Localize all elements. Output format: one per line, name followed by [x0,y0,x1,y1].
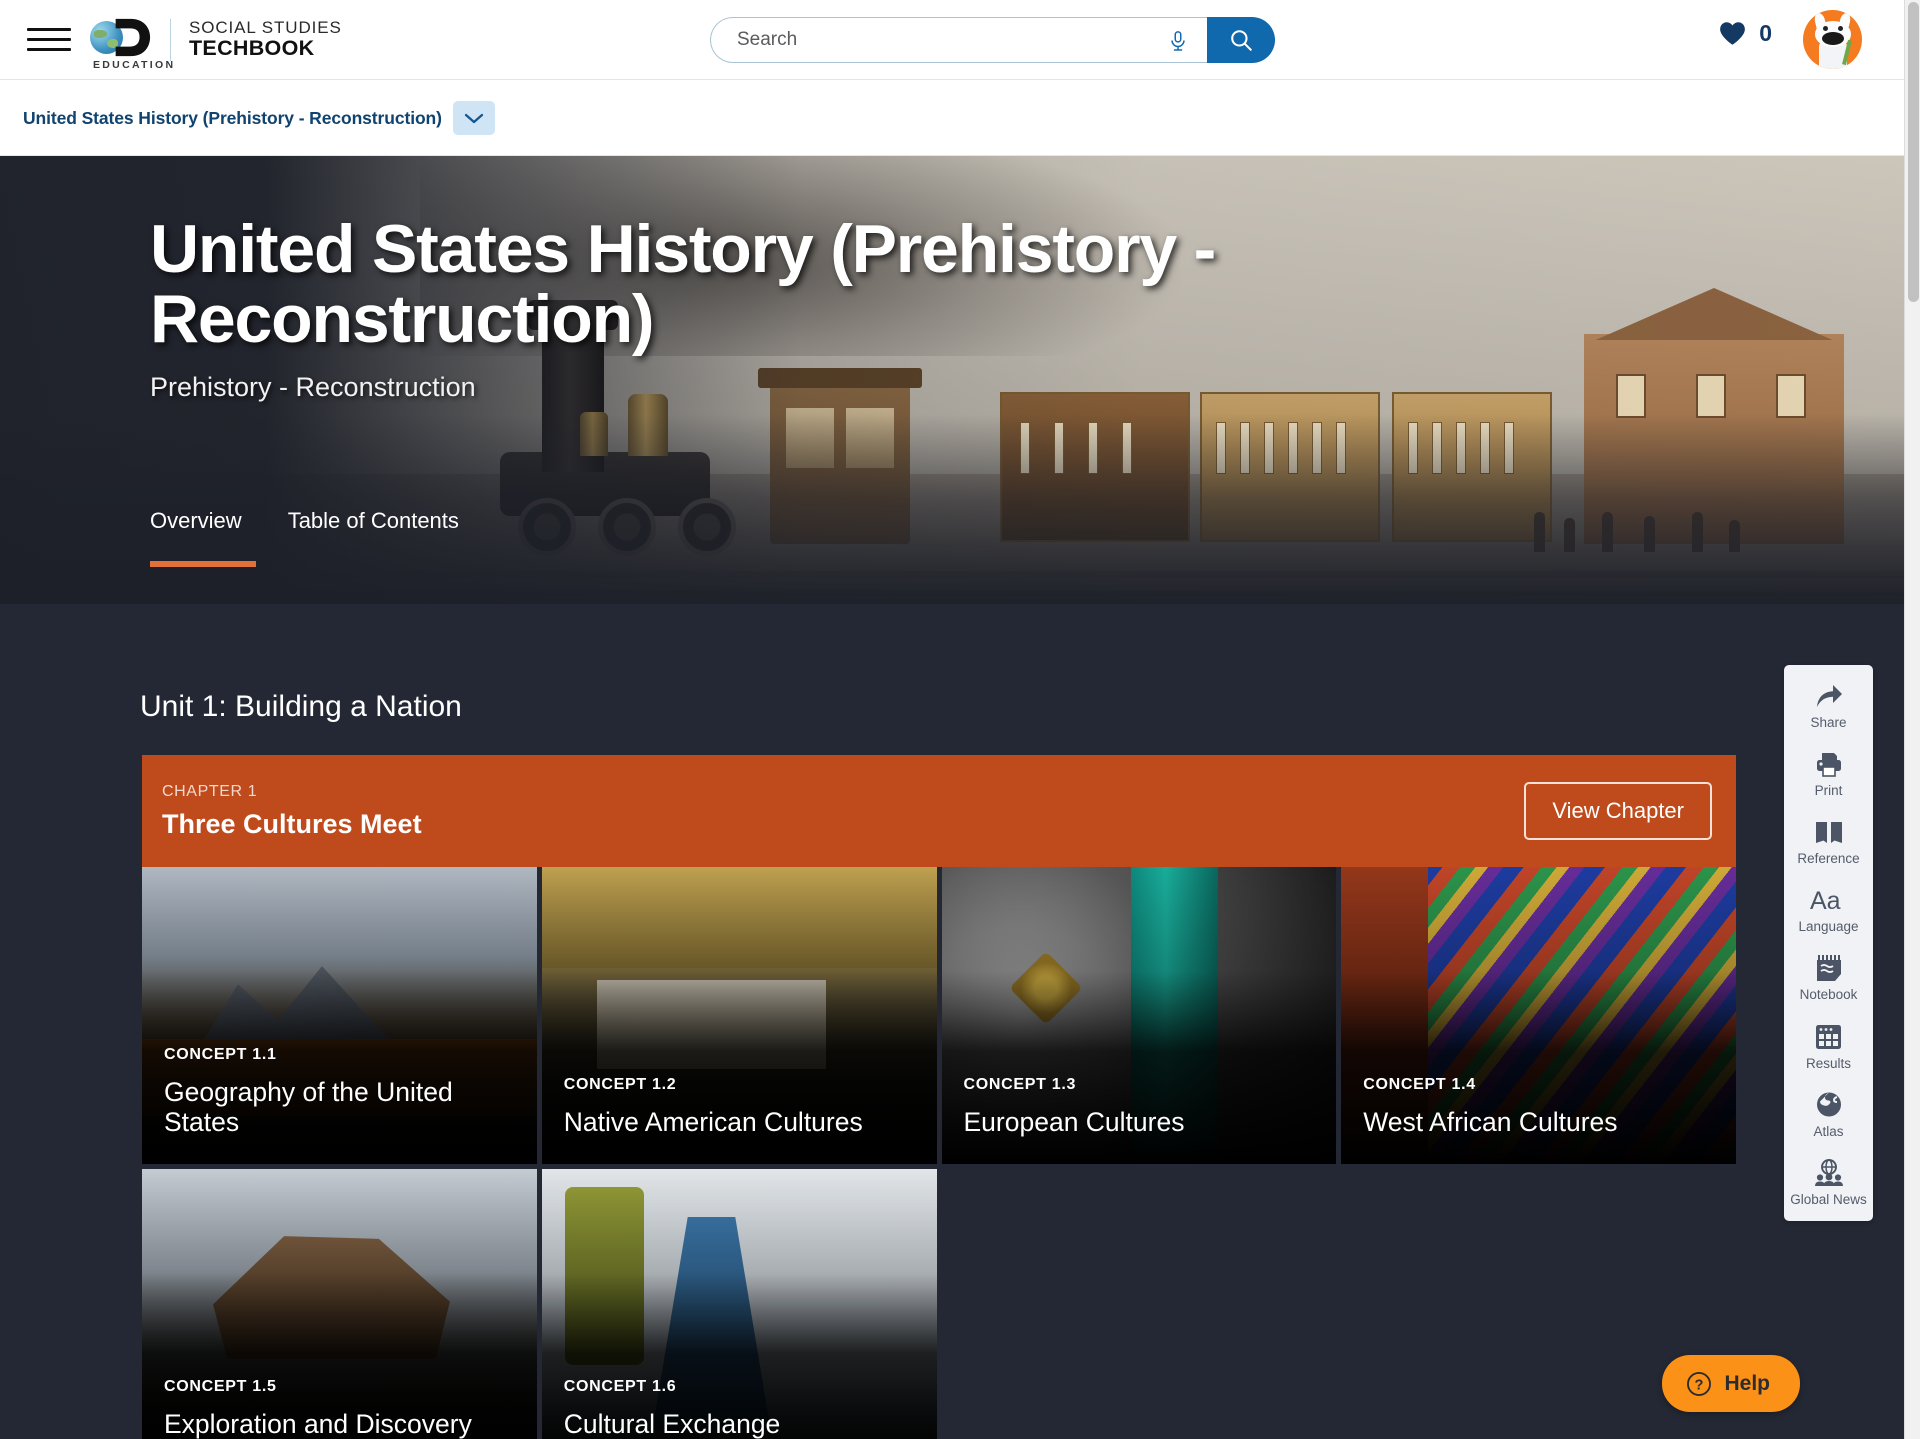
concept-card-1-3[interactable]: CONCEPT 1.3 European Cultures [941,867,1337,1164]
microphone-icon[interactable] [1167,29,1189,53]
tab-table-of-contents[interactable]: Table of Contents [288,508,459,567]
chapter-banner: CHAPTER 1 Three Cultures Meet View Chapt… [142,755,1736,867]
tool-label: Atlas [1813,1123,1844,1139]
concept-label: CONCEPT 1.2 [563,1076,677,1094]
tool-results[interactable]: Results [1784,1022,1873,1071]
view-chapter-button[interactable]: View Chapter [1524,782,1712,840]
text-size-aa-icon: Aa [1810,885,1848,915]
tool-label: Print [1814,783,1843,799]
globe-icon [1815,1090,1843,1120]
hamburger-bar [27,48,71,51]
education-label: EDUCATION [93,58,176,71]
question-circle-icon: ? [1687,1371,1712,1396]
svg-text:?: ? [1695,1377,1704,1393]
tool-label: Results [1805,1055,1851,1071]
avatar-snout [1822,32,1844,45]
concept-label: CONCEPT 1.6 [563,1378,677,1396]
hero-text-block: United States History (Prehistory - Reco… [150,214,1550,403]
hero-tabs: Overview Table of Contents [150,508,459,567]
search-icon [1231,30,1252,51]
share-arrow-icon [1815,681,1843,711]
brand-logo[interactable]: EDUCATION SOCIAL STUDIES TECHBOOK [88,11,342,71]
user-avatar[interactable] [1803,10,1862,69]
hamburger-bar [27,28,71,31]
concept-card-1-6[interactable]: CONCEPT 1.6 Cultural Exchange [541,1169,937,1439]
tool-reference[interactable]: Reference [1784,817,1873,866]
right-tool-panel: Share Print Reference Aa Language Notebo… [1784,665,1873,1221]
unit-title: Unit 1: Building a Nation [140,690,462,723]
concept-card-1-2[interactable]: CONCEPT 1.2 Native American Cultures [541,867,937,1164]
main-content: Unit 1: Building a Nation CHAPTER 1 Thre… [0,604,1904,1439]
concept-card-1-4[interactable]: CONCEPT 1.4 West African Cultures [1341,867,1736,1164]
concept-title: Cultural Exchange [563,1409,781,1439]
open-book-icon [1814,817,1844,847]
concept-title: Exploration and Discovery [164,1409,472,1439]
results-grid-icon [1815,1022,1842,1052]
concept-title: West African Cultures [1363,1107,1618,1138]
search-bar[interactable] [710,17,1275,63]
tool-share[interactable]: Share [1784,681,1873,730]
concept-label: CONCEPT 1.1 [164,1046,277,1064]
page-scrollbar[interactable] [1904,0,1920,1439]
chapter-name: Three Cultures Meet [162,808,422,839]
scrollbar-thumb[interactable] [1908,2,1919,302]
chevron-down-icon [464,113,484,124]
tool-print[interactable]: Print [1784,749,1873,798]
tool-label: Notebook [1799,987,1858,1003]
svg-text:Aa: Aa [1810,887,1841,913]
avatar-eyes [1823,26,1843,31]
tool-label: Global News [1790,1191,1867,1207]
chapter-heading: CHAPTER 1 Three Cultures Meet [162,783,422,840]
hamburger-menu-icon[interactable] [27,23,71,57]
favorites-indicator[interactable]: 0 [1719,20,1772,47]
concept-label: CONCEPT 1.3 [963,1076,1077,1094]
letter-d-icon [115,18,151,56]
hero-banner: United States History (Prehistory - Reco… [0,156,1904,604]
concept-label: CONCEPT 1.4 [1363,1076,1476,1094]
breadcrumb-course-link[interactable]: United States History (Prehistory - Reco… [23,108,442,129]
concept-label: CONCEPT 1.5 [164,1378,277,1396]
logo-divider [170,18,171,61]
concept-card-grid: CONCEPT 1.1 Geography of the United Stat… [142,867,1736,1439]
chapter-block: CHAPTER 1 Three Cultures Meet View Chapt… [142,755,1736,1439]
breadcrumb-dropdown-button[interactable] [452,101,495,135]
tool-language[interactable]: Aa Language [1784,885,1873,934]
favorites-count: 0 [1759,20,1772,46]
tool-label: Reference [1797,851,1860,867]
search-submit-button[interactable] [1207,17,1275,63]
tool-notebook[interactable]: Notebook [1784,953,1873,1002]
tool-label: Share [1810,715,1847,730]
help-label: Help [1724,1371,1770,1395]
heart-icon [1720,22,1746,45]
chapter-label: CHAPTER 1 [162,782,258,800]
tool-global-news[interactable]: Global News [1784,1158,1873,1207]
help-button[interactable]: ? Help [1662,1355,1800,1412]
brand-line-1: SOCIAL STUDIES [189,18,342,38]
search-field-container[interactable] [710,17,1207,63]
tool-label: Language [1798,919,1859,935]
global-news-icon [1814,1158,1844,1188]
concept-card-1-1[interactable]: CONCEPT 1.1 Geography of the United Stat… [142,867,537,1164]
tool-atlas[interactable]: Atlas [1784,1090,1873,1139]
top-header: EDUCATION SOCIAL STUDIES TECHBOOK Search… [0,0,1904,80]
brand-line-2: TECHBOOK [189,36,315,61]
breadcrumb-bar: United States History (Prehistory - Reco… [0,81,1904,156]
page-title: United States History (Prehistory - Reco… [150,211,1216,358]
page-subtitle: Prehistory - Reconstruction [150,372,476,403]
discovery-education-logo-icon: EDUCATION [88,11,173,71]
concept-title: European Cultures [963,1107,1185,1138]
concept-title: Native American Cultures [563,1107,863,1138]
search-input[interactable] [737,29,1167,51]
concept-title: Geography of the United States [164,1077,453,1138]
concept-card-1-5[interactable]: CONCEPT 1.5 Exploration and Discovery [142,1169,537,1439]
notebook-icon [1815,953,1843,983]
printer-icon [1815,749,1843,779]
tab-overview[interactable]: Overview [150,508,256,567]
hamburger-bar [27,38,71,41]
